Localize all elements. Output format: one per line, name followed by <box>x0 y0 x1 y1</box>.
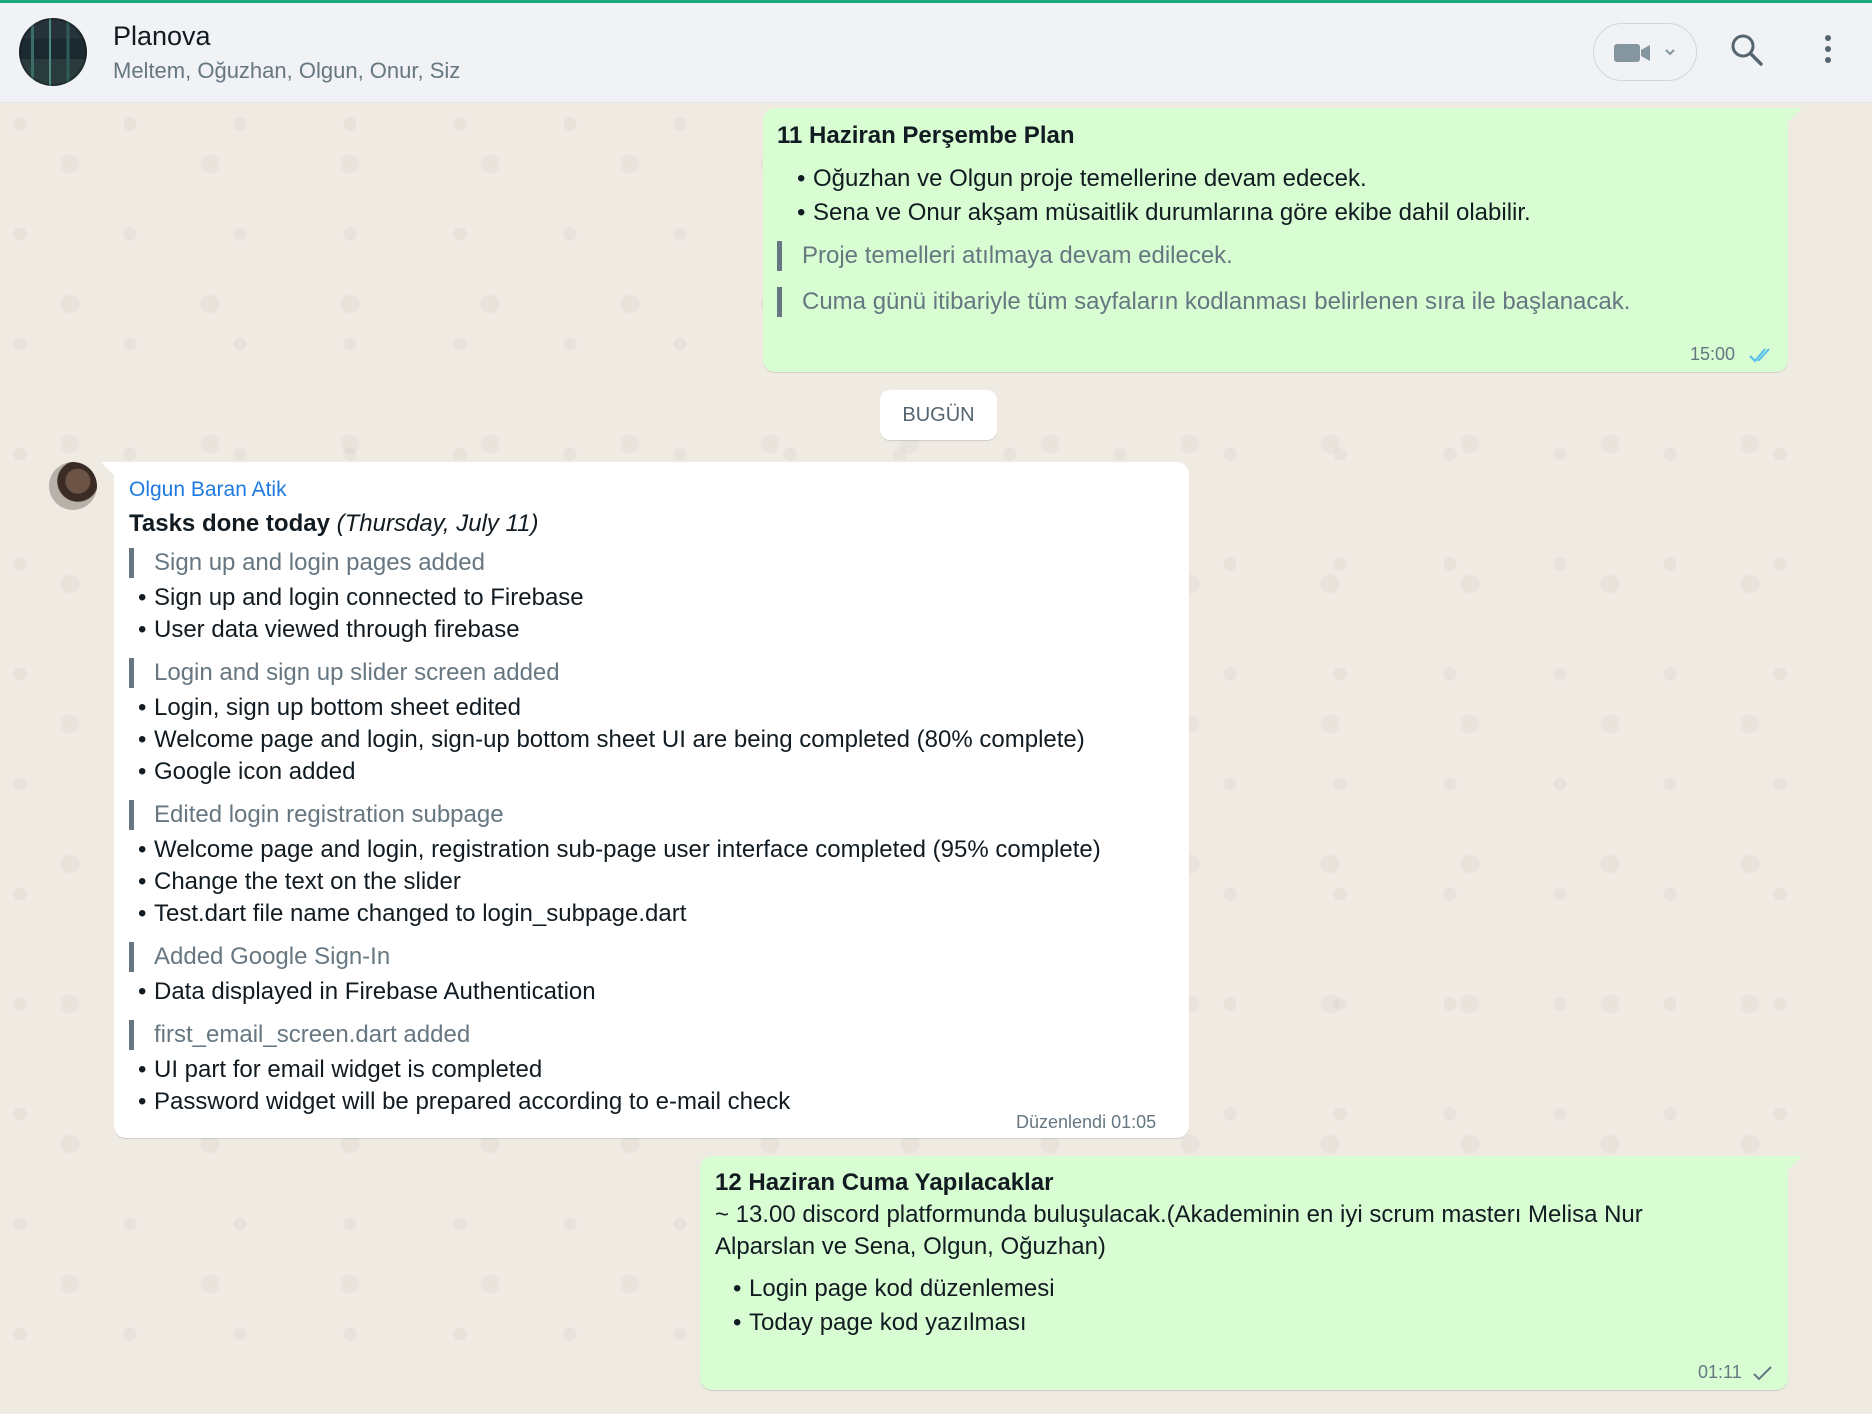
sender-name[interactable]: Olgun Baran Atik <box>129 478 287 502</box>
block-quote: Proje temelleri atılmaya devam edilecek. <box>777 241 1233 271</box>
chevron-down-icon <box>1665 49 1675 56</box>
message-bubble-outgoing[interactable]: 11 Haziran Perşembe Plan • Oğuzhan ve Olg… <box>763 108 1802 372</box>
sender-avatar[interactable] <box>49 462 97 510</box>
message-text: ~ 13.00 discord platformunda buluşulacak… <box>715 1201 1643 1228</box>
list-item: • Login page kod düzenlemesi <box>733 1275 1055 1302</box>
list-item: • Test.dart file name changed to login_su… <box>138 900 687 927</box>
list-item: • Sena ve Onur akşam müsaitlik durumların… <box>797 199 1531 226</box>
bubble-tail <box>1788 108 1802 122</box>
more-vertical-icon <box>1825 35 1831 63</box>
message-timestamp: Düzenlendi 01:05 <box>1016 1112 1157 1132</box>
chat-background: 11 Haziran Perşembe Plan • Oğuzhan ve Olg… <box>0 104 1872 1414</box>
video-call-icon <box>1614 44 1675 62</box>
list-item: • Change the text on the slider <box>138 868 461 895</box>
date-divider: BUGÜN <box>880 390 997 440</box>
search-icon <box>1731 34 1763 66</box>
message-bubble-outgoing[interactable]: 12 Haziran Cuma Yapılacaklar ~ 13.00 dis… <box>700 1156 1802 1390</box>
block-quote: Added Google Sign-In <box>129 942 390 972</box>
search-button[interactable] <box>1730 33 1764 72</box>
message-title: 11 Haziran Perşembe Plan <box>777 122 1075 149</box>
menu-button[interactable] <box>1822 33 1834 72</box>
list-item: • User data viewed through firebase <box>138 616 520 643</box>
message-timestamp: 15:00 <box>1690 344 1736 364</box>
group-avatar[interactable] <box>19 18 87 86</box>
block-quote: Cuma günü itibariyle tüm sayfaların kodl… <box>777 287 1630 317</box>
list-item: • Welcome page and login, sign-up bottom … <box>138 726 1085 753</box>
list-item: • UI part for email widget is completed <box>138 1056 543 1083</box>
message-text: Alparslan ve Sena, Olgun, Oğuzhan) <box>715 1233 1106 1260</box>
list-item: • Oğuzhan ve Olgun proje temellerine deva… <box>797 165 1367 192</box>
message-title: Tasks done today (Thursday, July 11) <box>129 510 539 537</box>
block-quote: first_email_screen.dart added <box>129 1020 470 1050</box>
block-quote: Sign up and login pages added <box>129 548 485 578</box>
video-call-button[interactable] <box>1593 23 1697 81</box>
list-item: • Data displayed in Firebase Authenticati… <box>138 978 596 1005</box>
list-item: • Password widget will be prepared accord… <box>138 1088 791 1115</box>
list-item: • Welcome page and login, registration su… <box>138 836 1101 863</box>
list-item: • Google icon added <box>138 758 356 785</box>
list-item: • Sign up and login connected to Firebase <box>138 584 584 611</box>
block-quote: Edited login registration subpage <box>129 800 504 830</box>
group-name[interactable]: Planova <box>113 21 211 52</box>
block-quote: Login and sign up slider screen added <box>129 658 560 688</box>
message-title: 12 Haziran Cuma Yapılacaklar <box>715 1169 1054 1196</box>
read-ticks-icon <box>1749 348 1770 363</box>
message-timestamp: 01:11 <box>1698 1362 1742 1382</box>
list-item: • Login, sign up bottom sheet edited <box>138 694 521 721</box>
list-item: • Today page kod yazılması <box>733 1309 1027 1336</box>
sent-tick-icon <box>1753 1366 1772 1381</box>
bubble-tail <box>101 462 115 476</box>
chat-header: Planova Meltem, Oğuzhan, Olgun, Onur, Si… <box>0 3 1872 103</box>
message-bubble-incoming[interactable]: Olgun Baran Atik Tasks done today (Thurs… <box>101 462 1189 1138</box>
bubble-tail <box>1788 1156 1802 1170</box>
group-members[interactable]: Meltem, Oğuzhan, Olgun, Onur, Siz <box>113 58 460 84</box>
